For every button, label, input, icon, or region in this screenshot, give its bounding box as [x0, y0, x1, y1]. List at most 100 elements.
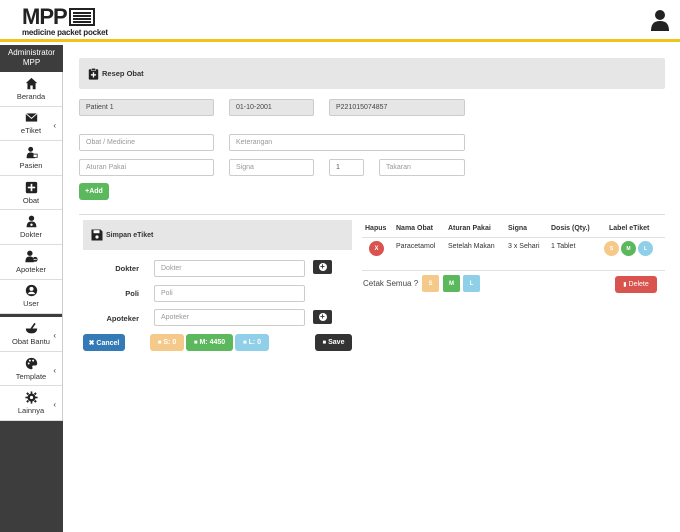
home-icon	[25, 77, 37, 89]
print-m-button[interactable]: ■ M: 4450	[186, 334, 233, 351]
logo-subtitle: medicine packet pocket	[22, 28, 108, 37]
cetak-semua-label: Cetak Semua ?	[363, 279, 419, 288]
apoteker-input[interactable]: Apoteker	[154, 309, 305, 326]
sidebar-item-lainnya[interactable]: Lainnya ‹	[0, 386, 62, 421]
add-apoteker-button[interactable]: +	[313, 310, 332, 324]
sidebar-item-label: Obat Bantu	[12, 336, 50, 346]
print-s-button[interactable]: ■ S: 0	[150, 334, 184, 351]
label-m-button[interactable]: M	[621, 241, 636, 256]
label-l-button[interactable]: L	[638, 241, 653, 256]
sidebar-item-obat-bantu[interactable]: Obat Bantu ‹	[0, 317, 62, 352]
cell-signa: 3 x Sehari	[508, 243, 540, 250]
patient-name-field: Patient 1	[79, 99, 214, 116]
keterangan-input[interactable]: Keterangan	[229, 134, 465, 151]
add-button[interactable]: +Add	[79, 183, 109, 200]
col-header-nama-obat: Nama Obat	[396, 225, 433, 232]
aturan-pakai-input[interactable]: Aturan Pakai	[79, 159, 214, 176]
sidebar-item-template[interactable]: Template ‹	[0, 352, 62, 387]
cell-dosis: 1 Tablet	[551, 243, 576, 250]
sidebar-item-etiket[interactable]: eTiket ‹	[0, 107, 62, 142]
dokter-label: Dokter	[115, 264, 139, 273]
floppy-disk-icon: ■	[242, 339, 247, 346]
plus-circle-icon: +	[318, 262, 327, 271]
sidebar-item-obat[interactable]: Obat	[0, 176, 62, 211]
sidebar-user-role: Administrator	[7, 48, 56, 57]
floppy-disk-icon	[91, 229, 103, 241]
delete-button[interactable]: ▮ Delete	[615, 276, 657, 293]
poli-label: Poli	[125, 289, 139, 298]
floppy-disk-icon: ■	[157, 339, 162, 346]
pharmacist-icon	[24, 250, 38, 262]
table-header-line	[362, 237, 665, 238]
palette-icon	[25, 357, 37, 369]
cancel-button[interactable]: ✖ Cancel	[83, 334, 125, 351]
cetak-l-button[interactable]: L	[463, 275, 480, 292]
chevron-left-icon: ‹	[53, 400, 56, 410]
print-s-label: S: 0	[163, 339, 177, 346]
delete-label: Delete	[628, 281, 649, 288]
sidebar-item-label: Lainnya	[17, 406, 45, 416]
quantity-input[interactable]: 1	[329, 159, 364, 176]
sidebar-item-apoteker[interactable]: Apoteker	[0, 245, 62, 280]
sidebar-item-label: User	[23, 299, 39, 309]
trash-icon: ▮	[623, 282, 627, 288]
floppy-disk-icon: ■	[193, 339, 198, 346]
sidebar-item-label: Pasien	[19, 160, 43, 170]
chevron-left-icon: ‹	[53, 331, 56, 341]
sidebar-item-label: Template	[15, 371, 47, 381]
dokter-input[interactable]: Dokter	[154, 260, 305, 277]
prescription-clipboard-icon	[88, 67, 99, 80]
delete-row-button[interactable]: X	[369, 241, 384, 256]
col-header-signa: Signa	[508, 225, 528, 232]
birth-date-field: 01-10-2001	[229, 99, 314, 116]
cetak-s-button[interactable]: S	[422, 275, 439, 292]
sidebar-user: Administrator MPP	[0, 45, 63, 72]
app-logo[interactable]: MPP medicine packet pocket	[22, 4, 108, 38]
apoteker-label: Apoteker	[106, 314, 139, 323]
sidebar: Administrator MPP Beranda eTiket ‹ Pasie…	[0, 45, 63, 532]
section-divider	[79, 214, 665, 215]
resep-obat-title: Resep Obat	[102, 69, 144, 78]
logo-title: MPP	[22, 4, 68, 29]
signa-input[interactable]: Signa	[229, 159, 314, 176]
top-header: MPP medicine packet pocket	[0, 0, 680, 42]
cetak-m-button[interactable]: M	[443, 275, 460, 292]
sidebar-item-label: Dokter	[19, 230, 43, 240]
sidebar-item-beranda[interactable]: Beranda	[0, 72, 62, 107]
print-l-button[interactable]: ■ L: 0	[235, 334, 269, 351]
obat-input[interactable]: Obat / Medicine	[79, 134, 214, 151]
patient-icon	[26, 146, 38, 159]
sidebar-user-name: MPP	[22, 58, 41, 67]
col-header-label-etiket: Label eTiket	[609, 225, 650, 232]
save-button[interactable]: ■ Save	[315, 334, 352, 351]
user-circle-icon	[25, 285, 37, 297]
doctor-icon	[26, 215, 36, 228]
add-dokter-button[interactable]: +	[313, 260, 332, 274]
label-s-button[interactable]: S	[604, 241, 619, 256]
poli-input[interactable]: Poli	[154, 285, 305, 302]
plus-circle-icon: +	[318, 312, 327, 321]
user-account-icon[interactable]	[650, 9, 670, 31]
print-l-label: L: 0	[248, 339, 262, 346]
sidebar-item-user[interactable]: User	[0, 280, 62, 315]
resep-obat-header: Resep Obat	[79, 58, 665, 89]
plus-square-icon	[25, 181, 37, 193]
logo-box-icon	[68, 8, 95, 26]
sidebar-item-pasien[interactable]: Pasien	[0, 141, 62, 176]
mortar-icon	[25, 322, 37, 334]
col-header-dosis: Dosis (Qty.)	[551, 225, 590, 232]
main-content: Resep Obat Patient 1 01-10-2001 P2210150…	[63, 45, 680, 532]
gear-icon	[24, 391, 38, 404]
sidebar-item-label: Apoteker	[15, 264, 47, 274]
simpan-etiket-title: Simpan eTiket	[106, 231, 154, 239]
sidebar-item-dokter[interactable]: Dokter	[0, 210, 62, 245]
patient-id-field: P221015074857	[329, 99, 465, 116]
takaran-input[interactable]: Takaran	[379, 159, 465, 176]
col-header-aturan-pakai: Aturan Pakai	[448, 225, 491, 232]
table-bottom-line	[362, 270, 665, 271]
simpan-etiket-header: Simpan eTiket	[83, 220, 352, 250]
chevron-left-icon: ‹	[53, 120, 56, 130]
col-header-hapus: Hapus	[365, 225, 387, 232]
chevron-left-icon: ‹	[53, 365, 56, 375]
cell-nama-obat: Paracetamol	[396, 243, 436, 250]
